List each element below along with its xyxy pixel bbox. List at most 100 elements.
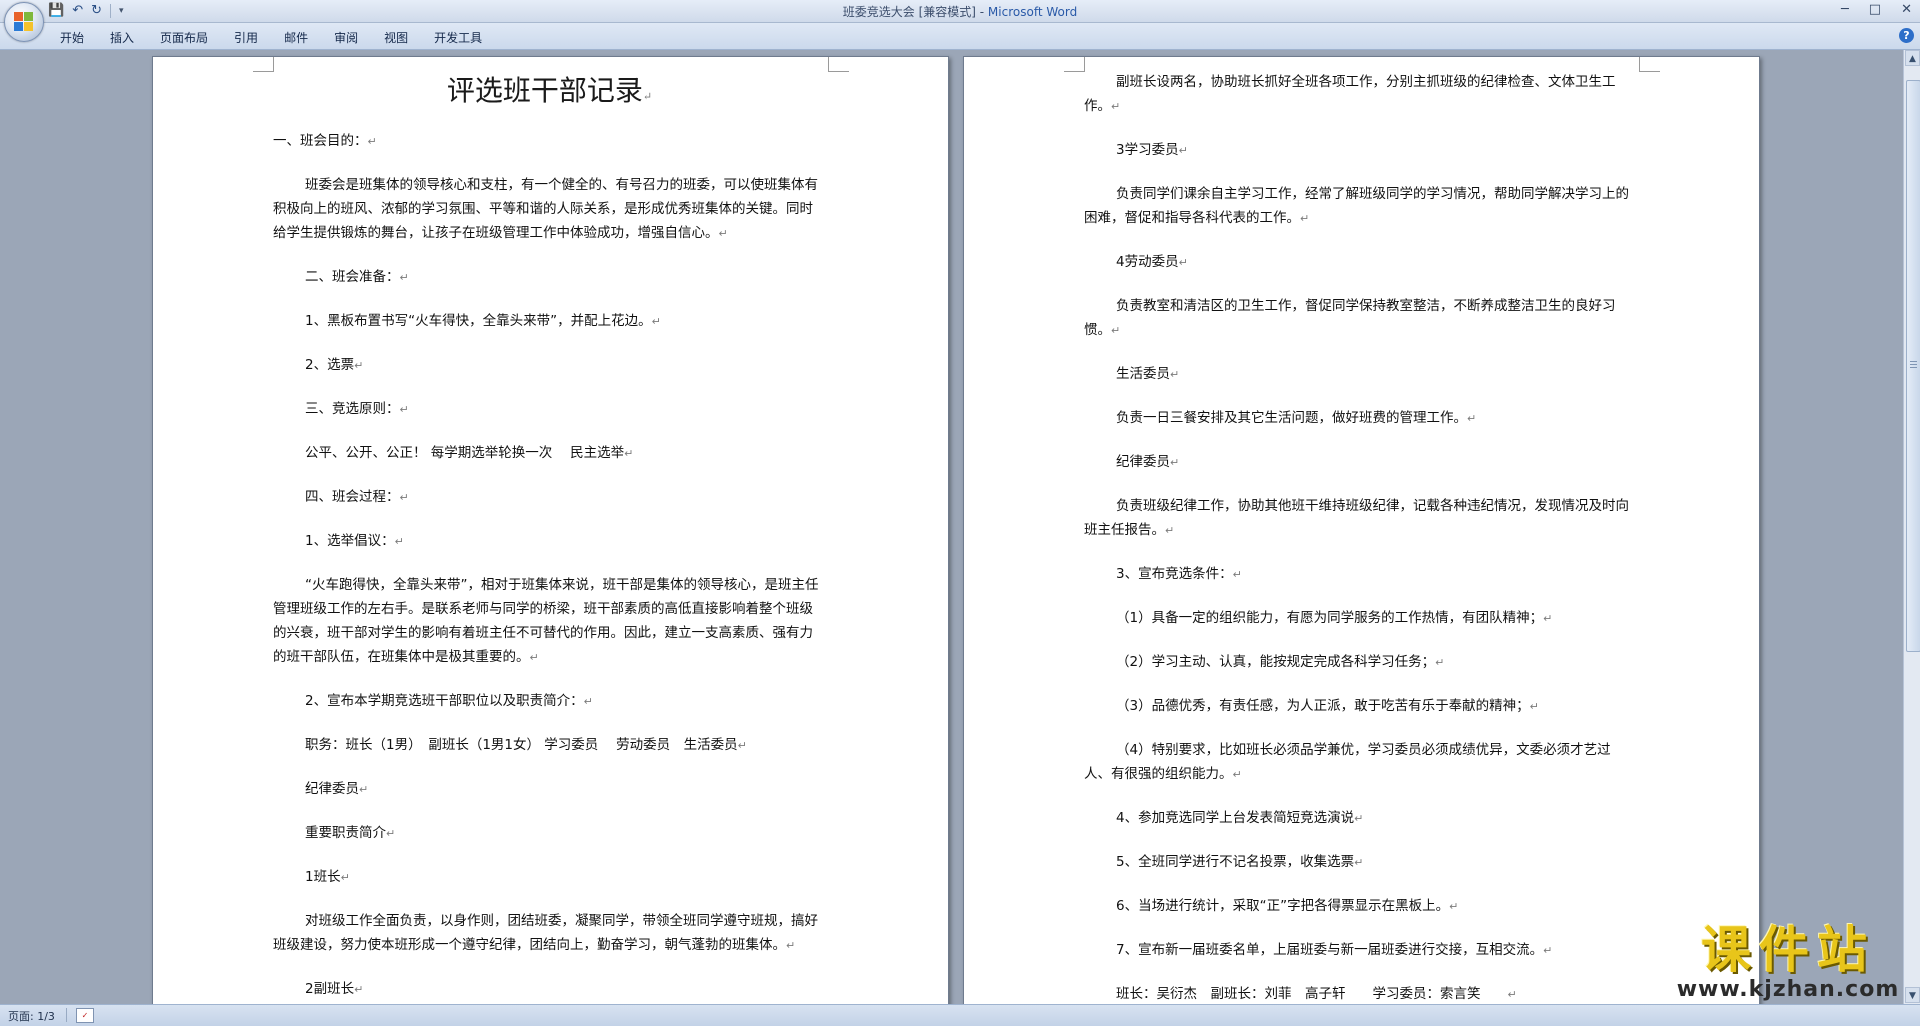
margin-corner-mark bbox=[1639, 57, 1660, 72]
paragraph-mark: ↵ bbox=[624, 447, 634, 460]
document-paragraph: 1班长↵ bbox=[273, 865, 826, 890]
help-icon[interactable]: ? bbox=[1899, 28, 1914, 43]
paragraph-mark: ↵ bbox=[394, 535, 404, 548]
scroll-up-button[interactable]: ▲ bbox=[1905, 50, 1920, 66]
maximize-button[interactable]: □ bbox=[1869, 1, 1881, 19]
document-paragraph: 一、班会目的：↵ bbox=[273, 129, 826, 154]
paragraph-text: 纪律委员 bbox=[1116, 454, 1170, 470]
document-paragraph: 副班长设两名，协助班长抓好全班各项工作，分别主抓班级的纪律检查、文体卫生工作。↵ bbox=[1084, 70, 1637, 119]
paragraph-mark: ↵ bbox=[367, 135, 377, 148]
paragraph-text: 班长：吴衍杰 副班长：刘菲 高子轩 学习委员：索言笑 bbox=[1116, 986, 1508, 1002]
page-count-status[interactable]: 页面: 1/3 bbox=[8, 1008, 55, 1024]
proofing-icon[interactable]: ✓ bbox=[76, 1008, 94, 1023]
paragraph-mark: ↵ bbox=[583, 695, 593, 708]
paragraph-text: 四、班会过程： bbox=[305, 489, 400, 505]
document-paragraph: 1、黑板布置书写“火车得快，全靠头来带”，并配上花边。↵ bbox=[273, 309, 826, 334]
document-paragraph: 对班级工作全面负责，以身作则，团结班委，凝聚同学，带领全班同学遵守班规，搞好班级… bbox=[273, 909, 826, 958]
document-paragraph: 四、班会过程：↵ bbox=[273, 485, 826, 510]
document-paragraph: 5、全班同学进行不记名投票，收集选票↵ bbox=[1084, 850, 1637, 875]
paragraph-text: 负责同学们课余自主学习工作，经常了解班级同学的学习情况，帮助同学解决学习上的困难… bbox=[1084, 186, 1629, 226]
document-paragraph: 职务：班长（1男） 副班长（1男1女） 学习委员 劳动委员 生活委员↵ bbox=[273, 733, 826, 758]
paragraph-text: 2、选票 bbox=[305, 357, 355, 373]
window-title: 班委竞选大会 [兼容模式] - Microsoft Word bbox=[0, 3, 1920, 20]
paragraph-text: 3、宣布竞选条件： bbox=[1116, 566, 1233, 582]
paragraph-text: 副班长设两名，协助班长抓好全班各项工作，分别主抓班级的纪律检查、文体卫生工作。 bbox=[1084, 74, 1616, 114]
paragraph-mark: ↵ bbox=[359, 783, 369, 796]
paragraph-text: 公平、公开、公正！ 每学期选举轮换一次 民主选举 bbox=[305, 445, 625, 461]
margin-corner-mark bbox=[253, 57, 274, 72]
office-button[interactable] bbox=[4, 2, 44, 42]
document-paragraph: 生活委员↵ bbox=[1084, 362, 1637, 387]
document-paragraph: 1、选举倡议：↵ bbox=[273, 529, 826, 554]
document-paragraph: 3、宣布竞选条件：↵ bbox=[1084, 562, 1637, 587]
paragraph-mark: ↵ bbox=[399, 403, 409, 416]
paragraph-text: 三、竞选原则： bbox=[305, 401, 400, 417]
document-paragraph: （1）具备一定的组织能力，有愿为同学服务的工作热情，有团队精神；↵ bbox=[1084, 606, 1637, 631]
document-paragraph: 2、宣布本学期竞选班干部职位以及职责简介：↵ bbox=[273, 689, 826, 714]
minimize-button[interactable]: ─ bbox=[1841, 1, 1849, 19]
paragraph-mark: ↵ bbox=[651, 315, 661, 328]
document-paragraph: 负责同学们课余自主学习工作，经常了解班级同学的学习情况，帮助同学解决学习上的困难… bbox=[1084, 182, 1637, 231]
document-paragraph: 4、参加竞选同学上台发表简短竞选演说↵ bbox=[1084, 806, 1637, 831]
paragraph-mark: ↵ bbox=[1111, 100, 1121, 113]
page-1-text[interactable]: 评选班干部记录↵ 一、班会目的：↵ 班委会是班集体的领导核心和支柱，有一个健全的、… bbox=[273, 71, 826, 1004]
paragraph-text: 负责一日三餐安排及其它生活问题，做好班费的管理工作。 bbox=[1116, 410, 1467, 426]
window-controls: ─ □ ✕ bbox=[1841, 1, 1912, 19]
margin-corner-mark bbox=[1064, 57, 1085, 72]
document-paragraph: “火车跑得快，全靠头来带”，相对于班集体来说，班干部是集体的领导核心，是班主任管… bbox=[273, 573, 826, 670]
document-page-2[interactable]: 副班长设两名，协助班长抓好全班各项工作，分别主抓班级的纪律检查、文体卫生工作。↵… bbox=[963, 56, 1760, 1004]
paragraph-text: 4劳动委员 bbox=[1116, 254, 1179, 270]
document-paragraph: 公平、公开、公正！ 每学期选举轮换一次 民主选举↵ bbox=[273, 441, 826, 466]
ribbon-tab[interactable]: 开发工具 bbox=[434, 29, 482, 46]
ribbon-tab[interactable]: 页面布局 bbox=[160, 29, 208, 46]
paragraph-text: 1、黑板布置书写“火车得快，全靠头来带”，并配上花边。 bbox=[305, 313, 652, 329]
paragraph-text: 二、班会准备： bbox=[305, 269, 400, 285]
paragraph-mark: ↵ bbox=[1170, 456, 1180, 469]
document-paragraph: 6、当场进行统计，采取“正”字把各得票显示在黑板上。↵ bbox=[1084, 894, 1637, 919]
paragraph-mark: ↵ bbox=[340, 871, 350, 884]
paragraph-text: （2）学习主动、认真，能按规定完成各科学习任务； bbox=[1116, 654, 1436, 670]
status-divider bbox=[66, 1008, 67, 1022]
paragraph-mark: ↵ bbox=[529, 651, 539, 664]
paragraph-mark: ↵ bbox=[1165, 524, 1175, 537]
paragraph-text: 职务：班长（1男） 副班长（1男1女） 学习委员 劳动委员 生活委员 bbox=[305, 737, 738, 753]
paragraph-text: 班委会是班集体的领导核心和支柱，有一个健全的、有号召力的班委，可以使班集体有积极… bbox=[273, 177, 818, 241]
ribbon-tabs: 开始 插入 页面布局 引用 邮件 审阅 视图 开发工具 bbox=[60, 29, 482, 46]
vertical-scrollbar[interactable]: ▲ ▼ bbox=[1903, 50, 1920, 1004]
document-paragraph: 负责教室和清洁区的卫生工作，督促同学保持教室整洁，不断养成整洁卫生的良好习惯。↵ bbox=[1084, 294, 1637, 343]
paragraph-mark: ↵ bbox=[718, 227, 728, 240]
page-2-text[interactable]: 副班长设两名，协助班长抓好全班各项工作，分别主抓班级的纪律检查、文体卫生工作。↵… bbox=[1084, 70, 1637, 1004]
ribbon-tab[interactable]: 视图 bbox=[384, 29, 408, 46]
paragraph-mark: ↵ bbox=[1111, 324, 1121, 337]
paragraph-text: 4、参加竞选同学上台发表简短竞选演说 bbox=[1116, 810, 1355, 826]
paragraph-text: 2副班长 bbox=[305, 981, 355, 997]
title-bar: 💾 ↶ ↻ ▾ 班委竞选大会 [兼容模式] - Microsoft Word ─… bbox=[0, 0, 1920, 23]
close-button[interactable]: ✕ bbox=[1901, 1, 1912, 19]
paragraph-mark: ↵ bbox=[354, 983, 364, 996]
paragraph-text: “火车跑得快，全靠头来带”，相对于班集体来说，班干部是集体的领导核心，是班主任管… bbox=[273, 577, 819, 665]
document-page-1[interactable]: 评选班干部记录↵ 一、班会目的：↵ 班委会是班集体的领导核心和支柱，有一个健全的、… bbox=[152, 56, 949, 1004]
status-bar: 页面: 1/3 ✓ bbox=[0, 1004, 1920, 1026]
ribbon-tab[interactable]: 邮件 bbox=[284, 29, 308, 46]
document-paragraph: （4）特别要求，比如班长必须品学兼优，学习委员必须成绩优异，文委必须才艺过人、有… bbox=[1084, 738, 1637, 787]
paragraph-text: 1班长 bbox=[305, 869, 341, 885]
ribbon-tab[interactable]: 开始 bbox=[60, 29, 84, 46]
paragraph-mark: ↵ bbox=[354, 359, 364, 372]
paragraph-mark: ↵ bbox=[1543, 612, 1553, 625]
ribbon-tab[interactable]: 引用 bbox=[234, 29, 258, 46]
paragraph-mark: ↵ bbox=[1232, 768, 1242, 781]
paragraph-mark: ↵ bbox=[1354, 812, 1364, 825]
paragraph-mark: ↵ bbox=[1435, 656, 1445, 669]
paragraph-text: （4）特别要求，比如班长必须品学兼优，学习委员必须成绩优异，文委必须才艺过人、有… bbox=[1084, 742, 1611, 782]
site-watermark: 课件站 www.kjzhan.com bbox=[1668, 922, 1908, 1004]
scroll-thumb[interactable] bbox=[1906, 80, 1920, 652]
ribbon-tab[interactable]: 插入 bbox=[110, 29, 134, 46]
document-paragraph: 班委会是班集体的领导核心和支柱，有一个健全的、有号召力的班委，可以使班集体有积极… bbox=[273, 173, 826, 246]
ribbon-tab[interactable]: 审阅 bbox=[334, 29, 358, 46]
document-paragraph: 2副班长↵ bbox=[273, 977, 826, 1002]
watermark-brand: 课件站 bbox=[1701, 921, 1875, 979]
ribbon: 开始 插入 页面布局 引用 邮件 审阅 视图 开发工具 ? bbox=[0, 23, 1920, 50]
scroll-grip bbox=[1910, 361, 1917, 362]
paragraph-mark: ↵ bbox=[1232, 568, 1242, 581]
document-paragraph: 纪律委员↵ bbox=[1084, 450, 1637, 475]
